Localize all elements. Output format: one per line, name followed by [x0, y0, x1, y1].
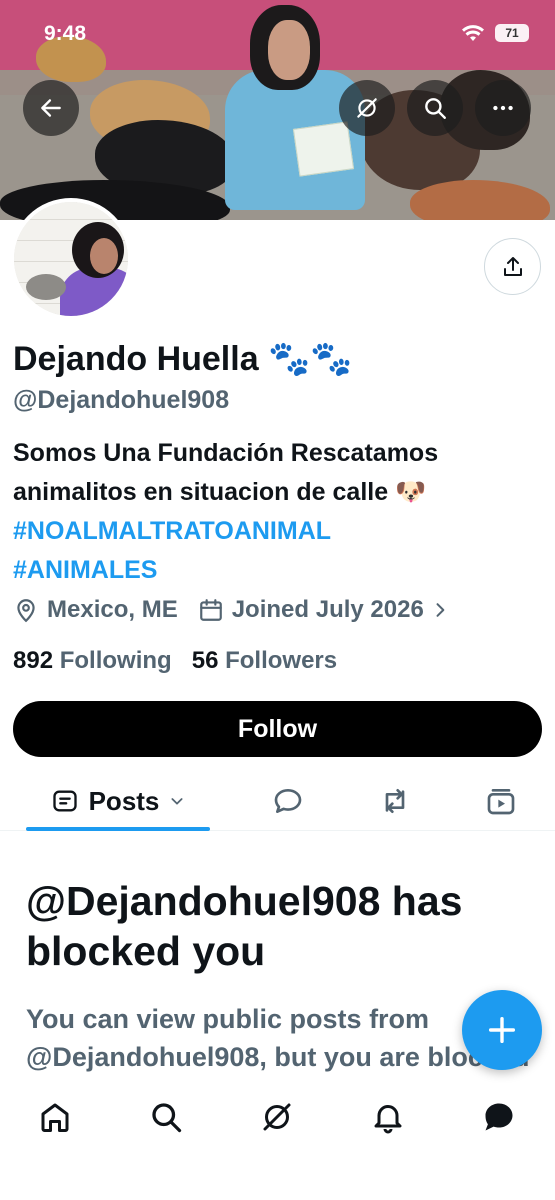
- battery-icon: 71: [495, 24, 529, 42]
- messages-icon[interactable]: [481, 1099, 517, 1135]
- profile-meta: Mexico, ME Joined July 2026: [13, 596, 478, 624]
- following-link[interactable]: 892 Following: [13, 647, 178, 674]
- profile-tabs: Posts: [0, 771, 555, 831]
- wifi-icon: [462, 25, 484, 41]
- home-icon[interactable]: [37, 1099, 73, 1135]
- battery-level: 71: [505, 26, 519, 40]
- grok-icon[interactable]: [259, 1099, 295, 1135]
- hashtag-link[interactable]: #ANIMALES: [13, 551, 543, 590]
- location: Mexico, ME: [13, 596, 178, 624]
- joined-date[interactable]: Joined July 2026: [198, 596, 458, 624]
- posts-icon: [52, 790, 77, 812]
- chevron-down-icon: [171, 798, 183, 805]
- back-button[interactable]: [23, 80, 79, 136]
- calendar-icon: [199, 599, 222, 621]
- followers-label: Followers: [225, 647, 338, 674]
- more-button[interactable]: [475, 80, 531, 136]
- followers-link[interactable]: 56 Followers: [192, 647, 337, 674]
- profile-handle: @Dejandohuel908: [13, 386, 230, 414]
- followers-count: 56: [191, 647, 219, 674]
- following-count: 892: [13, 647, 54, 674]
- blocked-title: @Dejandohuel908 has blocked you: [26, 878, 463, 974]
- replies-icon[interactable]: [272, 785, 304, 817]
- more-icon: [493, 105, 513, 111]
- follow-stats: 892 Following 56 Followers: [13, 647, 337, 675]
- reposts-icon[interactable]: [379, 785, 411, 817]
- chevron-right-icon: [436, 603, 445, 617]
- avatar[interactable]: [10, 198, 132, 320]
- search-button[interactable]: [407, 80, 463, 136]
- share-icon: [503, 256, 522, 276]
- profile-bio: Somos Una Fundación Rescatamos animalito…: [13, 434, 543, 590]
- bottom-navigation: [0, 1083, 555, 1200]
- follow-button[interactable]: Follow: [13, 701, 542, 757]
- tab-posts-label: Posts: [88, 785, 160, 816]
- status-time: 9:48: [44, 22, 87, 45]
- search-icon[interactable]: [148, 1099, 184, 1135]
- notifications-icon[interactable]: [370, 1099, 406, 1135]
- active-tab-indicator: [26, 827, 210, 831]
- back-arrow-icon: [41, 99, 61, 117]
- hashtag-link[interactable]: #NOALMALTRATOANIMAL: [13, 512, 543, 551]
- media-icon[interactable]: [485, 785, 517, 817]
- bio-text: Somos Una Fundación Rescatamos animalito…: [13, 439, 439, 506]
- joined-text: Joined July 2026: [231, 596, 424, 623]
- location-pin-icon: [17, 599, 35, 623]
- plus-icon: [488, 1016, 516, 1044]
- tab-posts[interactable]: Posts: [26, 771, 210, 831]
- blocked-body: You can view public posts from @Dejandoh…: [26, 1004, 529, 1082]
- following-label: Following: [59, 647, 172, 674]
- search-icon: [425, 98, 446, 119]
- grok-icon: [357, 98, 377, 118]
- location-text: Mexico, ME: [47, 596, 178, 623]
- compose-button[interactable]: [462, 990, 542, 1070]
- status-bar: 9:48 71: [0, 0, 555, 60]
- share-button[interactable]: [484, 238, 541, 295]
- display-name: Dejando Huella 🐾🐾: [13, 340, 353, 378]
- grok-button[interactable]: [339, 80, 395, 136]
